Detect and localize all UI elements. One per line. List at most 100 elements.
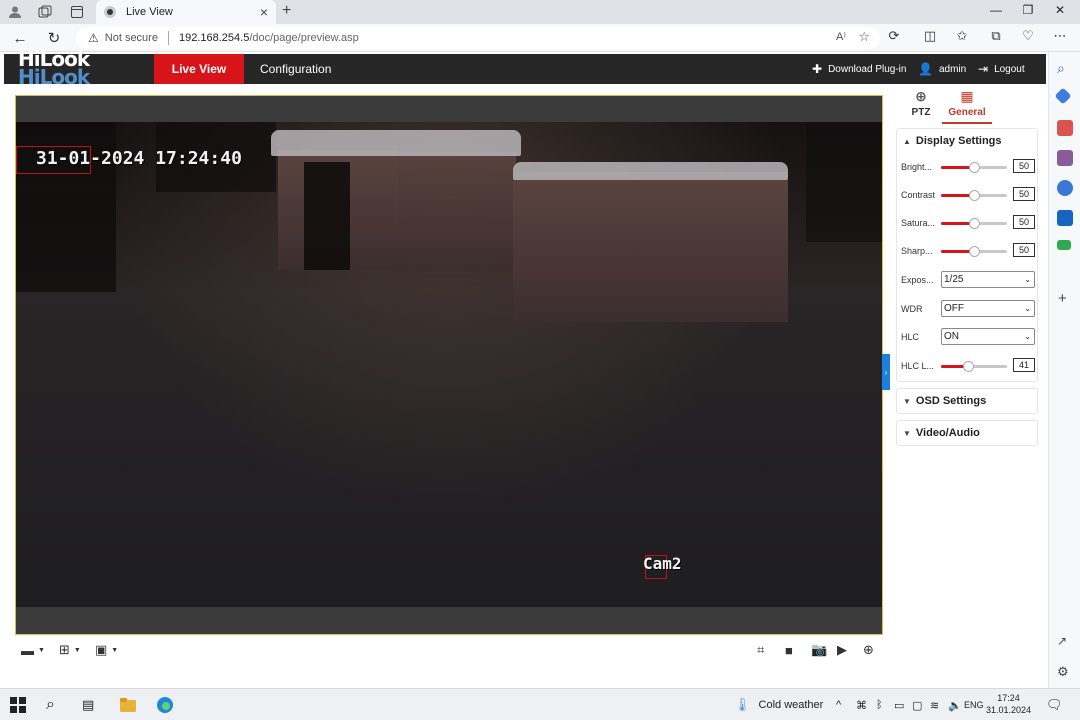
digital-zoom-button[interactable]: ⊕: [863, 641, 874, 659]
hlc-level-value[interactable]: 41: [1013, 358, 1035, 372]
outlook-icon[interactable]: [1057, 210, 1073, 226]
camera-feed: 31-01-2024 17:24:40 Cam2: [16, 122, 882, 607]
back-arrow-icon[interactable]: ←: [10, 28, 30, 48]
hlc-level-label: HLC L...: [901, 361, 935, 371]
chevron-down-icon: ▼: [111, 646, 119, 654]
read-aloud-icon[interactable]: A⁾: [836, 30, 846, 43]
sharpness-label: Sharp...: [901, 246, 933, 256]
restore-icon[interactable]: ❐: [1018, 3, 1038, 17]
microsoft-365-icon[interactable]: [1057, 180, 1073, 196]
hlc-level-slider[interactable]: [941, 361, 1007, 372]
osd-settings-header[interactable]: ▼ OSD Settings: [897, 389, 1037, 413]
weather-widget[interactable]: 🌡 Cold weather: [734, 696, 823, 714]
contrast-slider[interactable]: [941, 190, 1007, 201]
display-settings-header[interactable]: ▲ Display Settings: [897, 129, 1037, 153]
camera-favicon-icon: [104, 6, 116, 18]
zoom-icon: ⊕: [863, 642, 874, 657]
network-icon[interactable]: ⌘: [856, 696, 867, 714]
nav-live-view[interactable]: Live View: [154, 54, 244, 84]
stop-icon: ■: [785, 642, 793, 658]
show-hidden-icons[interactable]: ^: [836, 696, 841, 714]
battery-icon[interactable]: ▭: [894, 696, 904, 714]
start-button[interactable]: [10, 696, 26, 714]
extensions-icon[interactable]: ⟳: [884, 28, 904, 44]
task-view-icon[interactable]: ▤: [82, 696, 94, 714]
tools-icon[interactable]: [1057, 120, 1073, 136]
stream-type-button[interactable]: ⊞ ▼: [59, 641, 81, 659]
brightness-slider[interactable]: [941, 162, 1007, 173]
aspect-ratio-button[interactable]: ▣ ▼: [95, 641, 118, 659]
drop-icon[interactable]: [1057, 240, 1071, 250]
osd-settings-section[interactable]: ▼ OSD Settings: [896, 388, 1038, 414]
user-menu[interactable]: 👤 admin: [918, 54, 966, 84]
contrast-value[interactable]: 50: [1013, 187, 1035, 201]
stop-button[interactable]: ■: [785, 641, 793, 659]
scene-roof-snow: [271, 130, 521, 156]
exposure-select[interactable]: 1/25 ⌄: [941, 271, 1035, 288]
search-icon[interactable]: ⌕: [1057, 60, 1073, 76]
wdr-select[interactable]: OFF ⌄: [941, 300, 1035, 317]
new-tab-button[interactable]: +: [282, 2, 291, 20]
saturation-value[interactable]: 50: [1013, 215, 1035, 229]
tab-ptz-label: PTZ: [911, 107, 931, 118]
favorites-icon[interactable]: ✩: [952, 28, 972, 44]
tab-ptz[interactable]: ⊕ PTZ: [896, 88, 946, 118]
profile-icon[interactable]: [6, 3, 24, 21]
display-settings-title: Display Settings: [915, 135, 1002, 147]
workspaces-icon[interactable]: [36, 3, 54, 21]
collections-icon[interactable]: ⧉: [986, 28, 1006, 44]
panel-collapse-handle[interactable]: ›: [882, 354, 890, 390]
snapshot-button[interactable]: 📷: [811, 641, 827, 659]
bluetooth-icon[interactable]: ᛒ: [876, 696, 883, 714]
language-indicator[interactable]: ENG: [964, 696, 984, 714]
browser-address-bar: ← ↻ ⚠ Not secure 192.168.254.5/doc/page/…: [0, 24, 1080, 52]
minimize-icon[interactable]: —: [986, 3, 1006, 17]
more-menu-icon[interactable]: ⋯: [1050, 28, 1070, 44]
add-sidebar-icon[interactable]: +: [1058, 290, 1074, 307]
edge-browser-icon[interactable]: [156, 696, 174, 714]
system-clock[interactable]: 17:24 31.01.2024: [986, 692, 1031, 716]
hlc-select[interactable]: ON ⌄: [941, 328, 1035, 345]
saturation-slider[interactable]: [941, 218, 1007, 229]
notifications-icon[interactable]: 🗨: [1046, 696, 1063, 714]
browser-essentials-icon[interactable]: ♡: [1018, 28, 1038, 44]
user-icon: 👤: [918, 62, 933, 76]
browser-tab-live-view[interactable]: Live View ×: [96, 0, 276, 24]
camera-icon: 📷: [811, 642, 828, 657]
video-audio-header[interactable]: ▼ Video/Audio: [897, 421, 1037, 445]
window-close-icon[interactable]: ✕: [1050, 3, 1070, 17]
tab-general[interactable]: ▦ General: [942, 88, 992, 124]
saturation-label: Satura...: [901, 218, 936, 228]
download-plugin-link[interactable]: ✚ Download Plug-in: [812, 54, 906, 84]
games-icon[interactable]: [1057, 150, 1073, 166]
crop-button[interactable]: ⌗: [757, 641, 764, 659]
user-name: admin: [938, 63, 967, 75]
wifi-icon[interactable]: ≋: [930, 696, 939, 714]
url-field[interactable]: ⚠ Not secure 192.168.254.5/doc/page/prev…: [76, 27, 880, 49]
video-audio-section[interactable]: ▼ Video/Audio: [896, 420, 1038, 446]
refresh-icon[interactable]: ↻: [44, 28, 64, 48]
live-video-window[interactable]: 31-01-2024 17:24:40 Cam2: [15, 95, 883, 635]
favorite-star-icon[interactable]: ☆: [858, 29, 870, 45]
windows-taskbar: ⌕ ▤ 🌡 Cold weather ^ ⌘ ᛒ ▭ ▢ ≋ 🔈 ENG 17:…: [0, 688, 1080, 720]
volume-icon[interactable]: 🔈: [948, 696, 962, 714]
split-screen-icon[interactable]: ◫: [920, 28, 940, 44]
camera-web-app: HiLook HiLook Live View Configuration ✚ …: [0, 49, 1048, 688]
sharpness-value[interactable]: 50: [1013, 243, 1035, 257]
display-icon[interactable]: ▢: [912, 696, 922, 714]
close-tab-icon[interactable]: ×: [260, 4, 268, 20]
window-layout-button[interactable]: ▬ ▼: [21, 641, 45, 659]
settings-gear-icon[interactable]: ⚙: [1057, 664, 1073, 680]
external-link-icon[interactable]: ↗: [1057, 634, 1073, 650]
clock-date: 31.01.2024: [986, 705, 1032, 715]
brightness-value[interactable]: 50: [1013, 159, 1035, 173]
tab-actions-icon[interactable]: [68, 3, 86, 21]
sharpness-slider[interactable]: [941, 246, 1007, 257]
search-icon[interactable]: ⌕: [46, 696, 55, 714]
logout-link[interactable]: ⇥ Logout: [978, 54, 1025, 84]
file-explorer-icon[interactable]: [120, 696, 136, 714]
shopping-tag-icon[interactable]: [1054, 87, 1072, 105]
record-button[interactable]: ▶: [837, 641, 847, 659]
nav-configuration[interactable]: Configuration: [260, 54, 331, 84]
stream-type-icon: ⊞: [59, 642, 70, 657]
